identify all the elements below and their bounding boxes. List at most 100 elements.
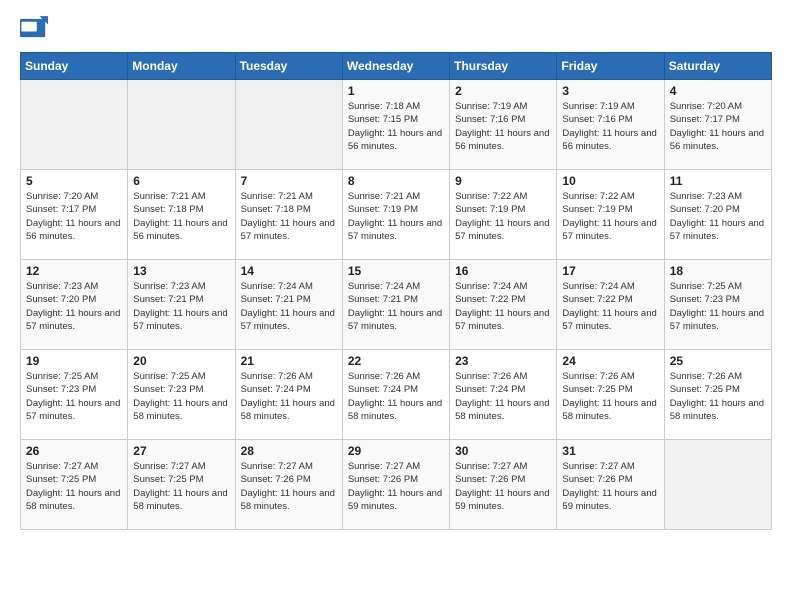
day-number: 31 [562, 444, 658, 458]
calendar-cell: 2 Sunrise: 7:19 AM Sunset: 7:16 PM Daylig… [450, 80, 557, 170]
day-number: 6 [133, 174, 229, 188]
calendar-cell [664, 440, 771, 530]
day-number: 23 [455, 354, 551, 368]
calendar-week-2: 5 Sunrise: 7:20 AM Sunset: 7:17 PM Daylig… [21, 170, 772, 260]
weekday-header-wednesday: Wednesday [342, 53, 449, 80]
day-number: 24 [562, 354, 658, 368]
day-info: Sunrise: 7:26 AM Sunset: 7:25 PM Dayligh… [670, 370, 766, 423]
day-info: Sunrise: 7:20 AM Sunset: 7:17 PM Dayligh… [26, 190, 122, 243]
day-info: Sunrise: 7:20 AM Sunset: 7:17 PM Dayligh… [670, 100, 766, 153]
logo [20, 16, 52, 40]
calendar-week-3: 12 Sunrise: 7:23 AM Sunset: 7:20 PM Dayli… [21, 260, 772, 350]
day-number: 27 [133, 444, 229, 458]
day-info: Sunrise: 7:26 AM Sunset: 7:24 PM Dayligh… [241, 370, 337, 423]
day-number: 2 [455, 84, 551, 98]
day-info: Sunrise: 7:26 AM Sunset: 7:25 PM Dayligh… [562, 370, 658, 423]
calendar-cell: 19 Sunrise: 7:25 AM Sunset: 7:23 PM Dayli… [21, 350, 128, 440]
day-number: 4 [670, 84, 766, 98]
calendar-cell: 10Sunrise: 7:22 AM Sunset: 7:19 PM Dayli… [557, 170, 664, 260]
calendar-cell: 28 Sunrise: 7:27 AM Sunset: 7:26 PM Dayli… [235, 440, 342, 530]
day-number: 12 [26, 264, 122, 278]
weekday-header-tuesday: Tuesday [235, 53, 342, 80]
day-number: 20 [133, 354, 229, 368]
calendar-cell [235, 80, 342, 170]
day-number: 1 [348, 84, 444, 98]
calendar-cell: 26 Sunrise: 7:27 AM Sunset: 7:25 PM Dayli… [21, 440, 128, 530]
calendar-cell: 27 Sunrise: 7:27 AM Sunset: 7:25 PM Dayli… [128, 440, 235, 530]
weekday-header-monday: Monday [128, 53, 235, 80]
weekday-header-saturday: Saturday [664, 53, 771, 80]
day-info: Sunrise: 7:19 AM Sunset: 7:16 PM Dayligh… [455, 100, 551, 153]
day-info: Sunrise: 7:19 AM Sunset: 7:16 PM Dayligh… [562, 100, 658, 153]
calendar-cell: 14 Sunrise: 7:24 AM Sunset: 7:21 PM Dayli… [235, 260, 342, 350]
day-info: Sunrise: 7:25 AM Sunset: 7:23 PM Dayligh… [133, 370, 229, 423]
day-info: Sunrise: 7:27 AM Sunset: 7:25 PM Dayligh… [133, 460, 229, 513]
day-number: 25 [670, 354, 766, 368]
day-number: 17 [562, 264, 658, 278]
calendar-cell: 31Sunrise: 7:27 AM Sunset: 7:26 PM Dayli… [557, 440, 664, 530]
day-info: Sunrise: 7:24 AM Sunset: 7:21 PM Dayligh… [241, 280, 337, 333]
day-number: 29 [348, 444, 444, 458]
day-info: Sunrise: 7:21 AM Sunset: 7:18 PM Dayligh… [133, 190, 229, 243]
calendar-cell: 29Sunrise: 7:27 AM Sunset: 7:26 PM Dayli… [342, 440, 449, 530]
day-number: 30 [455, 444, 551, 458]
day-number: 18 [670, 264, 766, 278]
weekday-header-friday: Friday [557, 53, 664, 80]
day-info: Sunrise: 7:22 AM Sunset: 7:19 PM Dayligh… [455, 190, 551, 243]
day-info: Sunrise: 7:25 AM Sunset: 7:23 PM Dayligh… [670, 280, 766, 333]
day-number: 15 [348, 264, 444, 278]
calendar-cell: 16 Sunrise: 7:24 AM Sunset: 7:22 PM Dayli… [450, 260, 557, 350]
generalblue-icon [20, 16, 48, 40]
calendar-week-5: 26 Sunrise: 7:27 AM Sunset: 7:25 PM Dayli… [21, 440, 772, 530]
day-number: 14 [241, 264, 337, 278]
day-info: Sunrise: 7:23 AM Sunset: 7:21 PM Dayligh… [133, 280, 229, 333]
calendar-cell: 8 Sunrise: 7:21 AM Sunset: 7:19 PM Daylig… [342, 170, 449, 260]
day-number: 21 [241, 354, 337, 368]
day-number: 16 [455, 264, 551, 278]
calendar-cell: 23 Sunrise: 7:26 AM Sunset: 7:24 PM Dayli… [450, 350, 557, 440]
calendar-cell: 11 Sunrise: 7:23 AM Sunset: 7:20 PM Dayli… [664, 170, 771, 260]
calendar-week-1: 1Sunrise: 7:18 AM Sunset: 7:15 PM Daylig… [21, 80, 772, 170]
day-number: 26 [26, 444, 122, 458]
calendar-cell: 4 Sunrise: 7:20 AM Sunset: 7:17 PM Daylig… [664, 80, 771, 170]
day-info: Sunrise: 7:24 AM Sunset: 7:21 PM Dayligh… [348, 280, 444, 333]
calendar-cell: 25 Sunrise: 7:26 AM Sunset: 7:25 PM Dayli… [664, 350, 771, 440]
calendar-cell [128, 80, 235, 170]
day-info: Sunrise: 7:27 AM Sunset: 7:26 PM Dayligh… [455, 460, 551, 513]
calendar-table: SundayMondayTuesdayWednesdayThursdayFrid… [20, 52, 772, 530]
calendar-cell [21, 80, 128, 170]
day-number: 11 [670, 174, 766, 188]
calendar-cell: 12 Sunrise: 7:23 AM Sunset: 7:20 PM Dayli… [21, 260, 128, 350]
day-info: Sunrise: 7:26 AM Sunset: 7:24 PM Dayligh… [455, 370, 551, 423]
day-info: Sunrise: 7:26 AM Sunset: 7:24 PM Dayligh… [348, 370, 444, 423]
weekday-header-sunday: Sunday [21, 53, 128, 80]
weekday-header-thursday: Thursday [450, 53, 557, 80]
day-number: 28 [241, 444, 337, 458]
day-number: 8 [348, 174, 444, 188]
day-info: Sunrise: 7:21 AM Sunset: 7:19 PM Dayligh… [348, 190, 444, 243]
day-info: Sunrise: 7:23 AM Sunset: 7:20 PM Dayligh… [670, 190, 766, 243]
day-info: Sunrise: 7:27 AM Sunset: 7:26 PM Dayligh… [241, 460, 337, 513]
calendar-cell: 9Sunrise: 7:22 AM Sunset: 7:19 PM Daylig… [450, 170, 557, 260]
day-number: 3 [562, 84, 658, 98]
day-info: Sunrise: 7:21 AM Sunset: 7:18 PM Dayligh… [241, 190, 337, 243]
day-number: 7 [241, 174, 337, 188]
day-number: 5 [26, 174, 122, 188]
calendar-cell: 21 Sunrise: 7:26 AM Sunset: 7:24 PM Dayli… [235, 350, 342, 440]
day-number: 10 [562, 174, 658, 188]
calendar-week-4: 19 Sunrise: 7:25 AM Sunset: 7:23 PM Dayli… [21, 350, 772, 440]
day-info: Sunrise: 7:27 AM Sunset: 7:25 PM Dayligh… [26, 460, 122, 513]
page-header [20, 16, 772, 40]
day-number: 19 [26, 354, 122, 368]
calendar-cell: 3 Sunrise: 7:19 AM Sunset: 7:16 PM Daylig… [557, 80, 664, 170]
day-info: Sunrise: 7:23 AM Sunset: 7:20 PM Dayligh… [26, 280, 122, 333]
calendar-cell: 15 Sunrise: 7:24 AM Sunset: 7:21 PM Dayli… [342, 260, 449, 350]
calendar-cell: 18 Sunrise: 7:25 AM Sunset: 7:23 PM Dayli… [664, 260, 771, 350]
calendar-cell: 17 Sunrise: 7:24 AM Sunset: 7:22 PM Dayli… [557, 260, 664, 350]
day-number: 22 [348, 354, 444, 368]
day-info: Sunrise: 7:24 AM Sunset: 7:22 PM Dayligh… [562, 280, 658, 333]
calendar-cell: 6 Sunrise: 7:21 AM Sunset: 7:18 PM Daylig… [128, 170, 235, 260]
day-info: Sunrise: 7:25 AM Sunset: 7:23 PM Dayligh… [26, 370, 122, 423]
day-info: Sunrise: 7:24 AM Sunset: 7:22 PM Dayligh… [455, 280, 551, 333]
calendar-cell: 5 Sunrise: 7:20 AM Sunset: 7:17 PM Daylig… [21, 170, 128, 260]
